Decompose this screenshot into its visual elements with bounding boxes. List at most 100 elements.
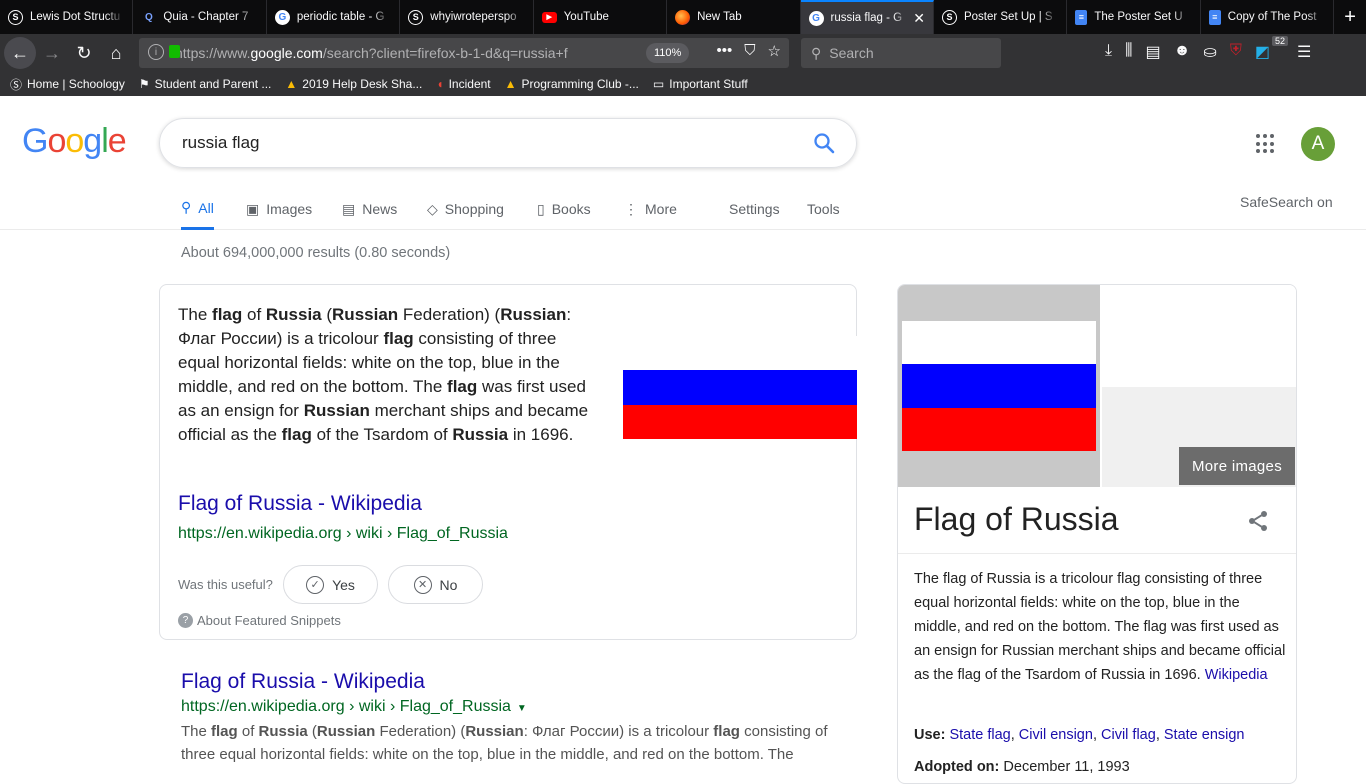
reload-button[interactable]: ↻ [68,37,100,69]
bookmark-label: Student and Parent ... [154,77,272,91]
yes-button[interactable]: ✓ Yes [283,565,378,604]
book-icon: ▯ [537,200,545,217]
bookmark-label: 2019 Help Desk Sha... [302,77,423,91]
bookmark-label: Home | Schoology [27,77,125,91]
new-tab-button[interactable]: + [1334,0,1366,34]
kp-use-link[interactable]: Civil flag [1101,727,1156,743]
drive-icon: ▲ [504,77,517,91]
tab-news[interactable]: ▤ News [342,188,397,230]
more-images-button[interactable]: More images [1179,447,1295,485]
tab-label: russia flag - G [830,12,903,24]
no-button[interactable]: ✕ No [388,565,483,604]
about-snippets-link[interactable]: ? About Featured Snippets [178,613,341,628]
kp-use-link[interactable]: Civil ensign [1019,727,1093,743]
schoology-icon: S [8,9,23,25]
bookmarks-toolbar: Ⓢ Home | Schoology ⚑ Student and Parent ...… [0,72,1366,96]
google-icon: G [808,10,824,26]
drive-icon: ▲ [285,77,298,91]
tab-5[interactable]: New Tab [667,0,801,34]
logo-letter: G [22,122,48,160]
tab-1[interactable]: Q Quia - Chapter 7 [133,0,267,34]
safesearch-status[interactable]: SafeSearch on [1240,194,1333,210]
kp-divider [898,553,1296,554]
tab-books[interactable]: ▯ Books [537,188,591,230]
library-icon[interactable]: ⫼ [1125,42,1132,62]
result-title[interactable]: Flag of Russia - Wikipedia [181,670,841,694]
tab-settings[interactable]: Settings [729,188,780,230]
kp-use-link[interactable]: State ensign [1164,727,1245,743]
tab-0[interactable]: S Lewis Dot Structu [0,0,134,34]
flag-stripe [623,370,857,405]
featured-snippet: The flag of Russia (Russian Federation) … [159,284,857,640]
bookmark-item[interactable]: ⚑ Student and Parent ... [139,77,272,91]
tab-label: News [362,201,398,217]
schoology-icon: S [408,9,424,25]
info-icon[interactable]: i [148,44,164,60]
tab-images[interactable]: ▣ Images [246,188,312,230]
help-icon: ? [178,613,193,628]
kp-use-link[interactable]: State flag [949,727,1010,743]
tab-more[interactable]: ⋮ More [624,188,677,230]
search-input[interactable]: russia flag [159,118,857,168]
tab-shopping[interactable]: ◇ Shopping [427,188,504,230]
kp-main-image[interactable] [898,285,1100,487]
tab-9[interactable]: ≡ Copy of The Post [1201,0,1335,34]
bookmark-star-icon[interactable]: ☆ [768,42,781,60]
chevron-down-icon[interactable]: ▼ [517,703,527,714]
google-icon: G [274,9,290,25]
search-button-icon[interactable] [812,131,836,155]
search-icon: ⚲ [181,199,192,215]
search-bar[interactable]: ⚲ Search [801,38,1001,68]
zoom-indicator[interactable]: 110% [646,43,690,63]
share-icon[interactable] [1246,509,1270,533]
kp-title: Flag of Russia [914,501,1119,537]
logo-letter: e [107,122,127,160]
kp-use-row: Use: State flag, Civil ensign, Civil fla… [914,727,1245,743]
page-actions-icon[interactable]: ••• [717,42,733,60]
extension-icon[interactable]: ⛀ [1203,42,1216,62]
kp-source-link[interactable]: Wikipedia [1205,667,1268,683]
apps-grid-icon[interactable] [1256,134,1276,154]
lock-icon [169,45,180,58]
menu-icon[interactable]: ☰ [1297,42,1311,62]
tab-8[interactable]: ≡ The Poster Set U [1067,0,1201,34]
back-button[interactable]: ← [4,37,36,69]
kp-image-2[interactable] [1102,285,1296,385]
snippet-flag-image[interactable] [623,336,857,439]
bookmark-item[interactable]: ▭ Important Stuff [653,77,748,91]
forward-button[interactable]: → [36,37,68,69]
logo-letter: o [65,122,84,160]
download-icon[interactable]: ⤓ [1105,42,1112,62]
url-text[interactable]: https://www.google.com/search?client=fir… [175,45,595,61]
bookmark-item[interactable]: ▲ 2019 Help Desk Sha... [285,77,422,91]
bookmark-item[interactable]: ▲ Programming Club -... [505,77,639,91]
sidebar-icon[interactable]: ▤ [1145,42,1160,62]
url-bar[interactable]: i https://www.google.com/search?client=f… [139,38,789,68]
tab-3[interactable]: Swhyiwroteperspo [400,0,534,34]
tab-7[interactable]: S Poster Set Up | S [934,0,1068,34]
navigation-toolbar: ← → ↻ ⌂ i https://www.google.com/search?… [0,34,1366,72]
ublock-badge: 52 [1272,36,1289,46]
search-icon: ⚲ [811,44,822,61]
tab-tools[interactable]: Tools [807,188,840,230]
result-cite: https://en.wikipedia.org › wiki › Flag_o… [181,698,527,715]
account-icon[interactable]: ☻ [1174,42,1191,62]
tab-4[interactable]: ▶ YouTube [534,0,668,34]
home-button[interactable]: ⌂ [100,37,132,69]
docs-icon: ≡ [1075,9,1088,25]
search-query[interactable]: russia flag [182,133,259,153]
pocket-icon[interactable]: ⛉ [744,42,755,60]
bookmark-item[interactable]: ◖ Incident [436,77,490,91]
tab-6[interactable]: Grussia flag - G ✕ [800,0,934,34]
close-tab-icon[interactable]: ✕ [913,10,925,27]
logo-letter: o [47,122,66,160]
result-stats: About 694,000,000 results (0.80 seconds) [181,245,451,261]
google-logo[interactable]: Google [22,122,127,161]
avatar[interactable]: A [1301,127,1335,161]
tab-2[interactable]: Gperiodic table - G [267,0,401,34]
bookmark-item[interactable]: Ⓢ Home | Schoology [10,76,125,93]
snippet-link-title[interactable]: Flag of Russia - Wikipedia [178,492,422,516]
extension-blue-icon[interactable]: ◩ [1255,42,1270,62]
ublock-icon[interactable]: ⛨ [1230,42,1242,62]
tab-all[interactable]: ⚲ All [181,188,214,230]
